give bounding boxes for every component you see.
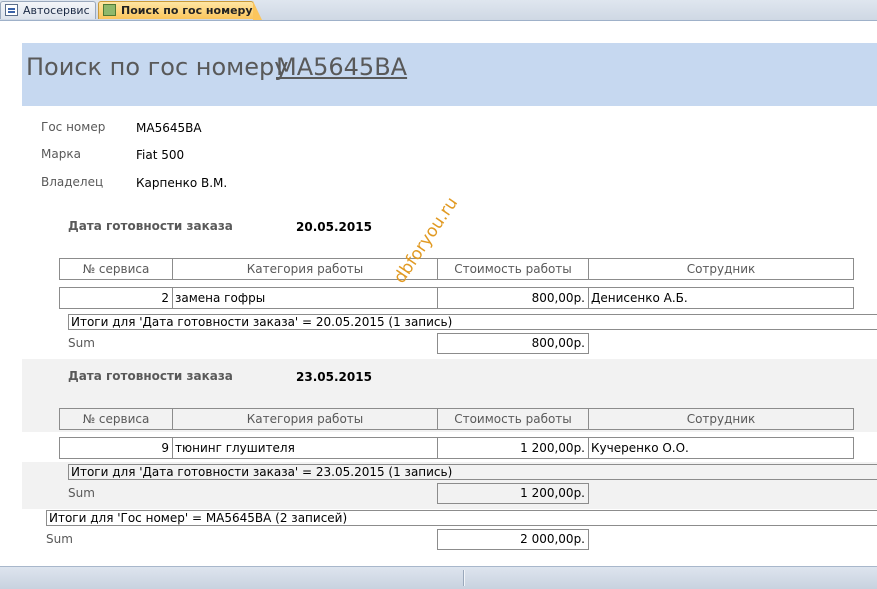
tab-avtoservis[interactable]: Автосервис bbox=[0, 1, 96, 19]
group-sum-value: 1 200,00р. bbox=[437, 483, 589, 504]
document-tab-bar: Автосервис Поиск по гос номеру bbox=[0, 0, 877, 21]
sum-label: Sum bbox=[68, 486, 95, 500]
table-form-icon bbox=[5, 4, 18, 16]
date-label: Дата готовности заказа bbox=[68, 369, 233, 383]
tab-label: Поиск по гос номеру bbox=[121, 4, 253, 17]
report-icon bbox=[103, 4, 116, 16]
report-view[interactable]: Поиск по гос номеру MA5645BA Гос номер M… bbox=[0, 21, 877, 566]
employee-cell: Кучеренко О.О. bbox=[588, 437, 854, 459]
column-header-employee: Сотрудник bbox=[588, 408, 854, 430]
service-no-cell: 9 bbox=[59, 437, 173, 459]
tab-search-report[interactable]: Поиск по гос номеру bbox=[98, 1, 262, 20]
status-bar bbox=[0, 566, 877, 589]
grand-sum-value: 2 000,00р. bbox=[437, 529, 589, 550]
grand-total-label: Итоги для 'Гос номер' = MA5645BA (2 запи… bbox=[46, 510, 877, 526]
column-header-service-no: № сервиса bbox=[59, 408, 173, 430]
cost-cell: 800,00р. bbox=[437, 287, 589, 309]
owner-value: Карпенко В.М. bbox=[136, 176, 228, 190]
column-header-category: Категория работы bbox=[172, 408, 438, 430]
employee-cell: Денисенко А.Б. bbox=[588, 287, 854, 309]
plate-value: MA5645BA bbox=[136, 121, 202, 135]
column-header-employee: Сотрудник bbox=[588, 258, 854, 280]
brand-value: Fiat 500 bbox=[136, 148, 185, 162]
service-no-cell: 2 bbox=[59, 287, 173, 309]
column-header-service-no: № сервиса bbox=[59, 258, 173, 280]
group-total-label: Итоги для 'Дата готовности заказа' = 20.… bbox=[68, 314, 877, 330]
cost-cell: 1 200,00р. bbox=[437, 437, 589, 459]
group-sum-value: 800,00р. bbox=[437, 333, 589, 354]
plate-label: Гос номер bbox=[41, 120, 106, 134]
report-plate-number[interactable]: MA5645BA bbox=[276, 53, 407, 81]
sum-label: Sum bbox=[46, 532, 73, 546]
column-header-cost: Стоимость работы bbox=[437, 408, 589, 430]
report-title: Поиск по гос номеру bbox=[26, 53, 289, 81]
group-total-label: Итоги для 'Дата готовности заказа' = 23.… bbox=[68, 464, 877, 480]
date-value: 20.05.2015 bbox=[296, 220, 372, 234]
column-header-cost: Стоимость работы bbox=[437, 258, 589, 280]
tab-label: Автосервис bbox=[23, 4, 90, 17]
category-cell: тюнинг глушителя bbox=[172, 437, 438, 459]
date-value: 23.05.2015 bbox=[296, 370, 372, 384]
report-header: Поиск по гос номеру MA5645BA bbox=[22, 43, 877, 106]
date-label: Дата готовности заказа bbox=[68, 219, 233, 233]
status-divider bbox=[463, 570, 465, 586]
brand-label: Марка bbox=[41, 147, 81, 161]
category-cell: замена гофры bbox=[172, 287, 438, 309]
owner-label: Владелец bbox=[41, 175, 104, 189]
sum-label: Sum bbox=[68, 336, 95, 350]
